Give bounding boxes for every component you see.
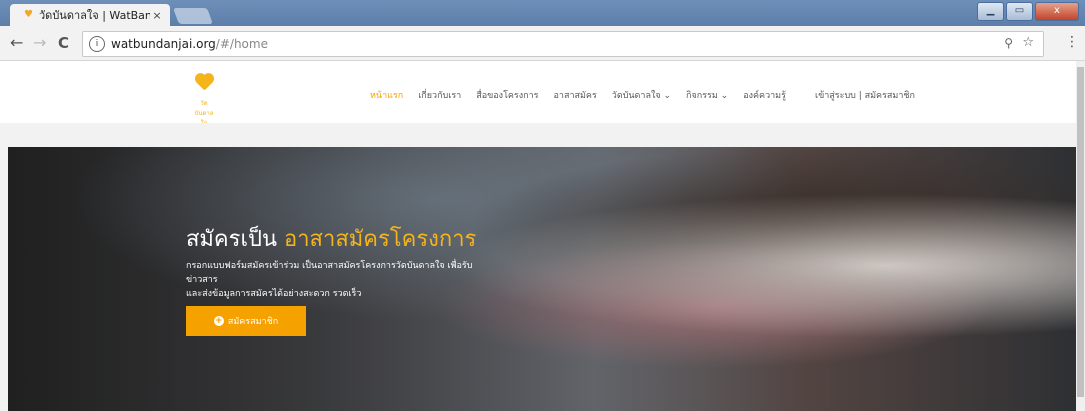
hero-headline-prefix: สมัครเป็น	[186, 227, 284, 252]
heart-favicon-icon: ♥	[24, 9, 33, 20]
hero-overlay	[8, 147, 1076, 411]
forward-icon[interactable]: →	[33, 33, 46, 53]
nav-temples[interactable]: วัดบันดาลใจ ⌄	[612, 88, 671, 102]
tab-close-icon[interactable]: ×	[150, 9, 164, 22]
nav-media[interactable]: สื่อของโครงการ	[476, 88, 538, 102]
login-register-link[interactable]: เข้าสู่ระบบ | สมัครสมาชิก	[815, 88, 915, 102]
site-header: วัดบันดาลใจ หน้าแรก เกี่ยวกับเรา สื่อของ…	[0, 61, 1076, 127]
nav-volunteer[interactable]: อาสาสมัคร	[554, 88, 597, 102]
zoom-icon[interactable]: ⚲	[1004, 36, 1013, 50]
nav-about[interactable]: เกี่ยวกับเรา	[418, 88, 461, 102]
site-logo[interactable]: วัดบันดาลใจ	[192, 74, 216, 127]
register-button-label: สมัครสมาชิก	[227, 317, 279, 327]
header-spacer	[0, 123, 1076, 147]
tab-title: วัดบันดาลใจ | WatBandanj	[39, 9, 150, 22]
web-page: วัดบันดาลใจ หน้าแรก เกี่ยวกับเรา สื่อของ…	[0, 61, 1076, 411]
new-tab-button[interactable]	[173, 8, 213, 24]
main-nav: หน้าแรก เกี่ยวกับเรา สื่อของโครงการ อาสา…	[370, 88, 801, 102]
hero-description-line: กรอกแบบฟอร์มสมัครเข้าร่วม เป็นอาสาสมัครโ…	[186, 261, 473, 285]
register-button[interactable]: + สมัครสมาชิก	[186, 306, 306, 336]
site-info-icon[interactable]: i	[89, 36, 105, 52]
window-controls: ▁ ▭ x	[977, 2, 1079, 21]
reload-icon[interactable]: C	[58, 33, 69, 53]
minimize-button[interactable]: ▁	[977, 2, 1004, 21]
hero-banner: สมัครเป็น อาสาสมัครโครงการ กรอกแบบฟอร์มส…	[8, 147, 1076, 411]
close-window-button[interactable]: x	[1035, 2, 1079, 21]
browser-menu-icon[interactable]: ⋮	[1065, 34, 1079, 50]
nav-home[interactable]: หน้าแรก	[370, 88, 403, 102]
hero-description: กรอกแบบฟอร์มสมัครเข้าร่วม เป็นอาสาสมัครโ…	[186, 259, 486, 301]
heart-logo-icon	[194, 74, 214, 92]
address-bar[interactable]: i watbundanjai.org/#/home ⚲ ☆	[82, 31, 1044, 57]
hero-headline-highlight: อาสาสมัครโครงการ	[283, 227, 477, 252]
plus-circle-icon: +	[213, 316, 224, 326]
hero-description-line: และส่งข้อมูลการสมัครได้อย่างสะดวก รวดเร็…	[186, 289, 362, 299]
bookmark-star-icon[interactable]: ☆	[1022, 35, 1034, 50]
browser-tab[interactable]: ♥ วัดบันดาลใจ | WatBandanj ×	[10, 4, 170, 26]
browser-toolbar: ← → C i watbundanjai.org/#/home ⚲ ☆ ⋮	[0, 26, 1085, 61]
nav-knowledge[interactable]: องค์ความรู้	[743, 88, 786, 102]
nav-activities[interactable]: กิจกรรม ⌄	[686, 88, 728, 102]
page-scrollbar[interactable]	[1076, 61, 1085, 411]
scrollbar-thumb[interactable]	[1077, 67, 1084, 397]
hero-headline: สมัครเป็น อาสาสมัครโครงการ	[186, 221, 476, 256]
back-icon[interactable]: ←	[10, 33, 23, 53]
url-host: watbundanjai.org	[111, 37, 216, 51]
window-titlebar: ♥ วัดบันดาลใจ | WatBandanj × ▁ ▭ x	[0, 0, 1085, 26]
maximize-button[interactable]: ▭	[1006, 2, 1033, 21]
url-path: /#/home	[215, 37, 268, 51]
